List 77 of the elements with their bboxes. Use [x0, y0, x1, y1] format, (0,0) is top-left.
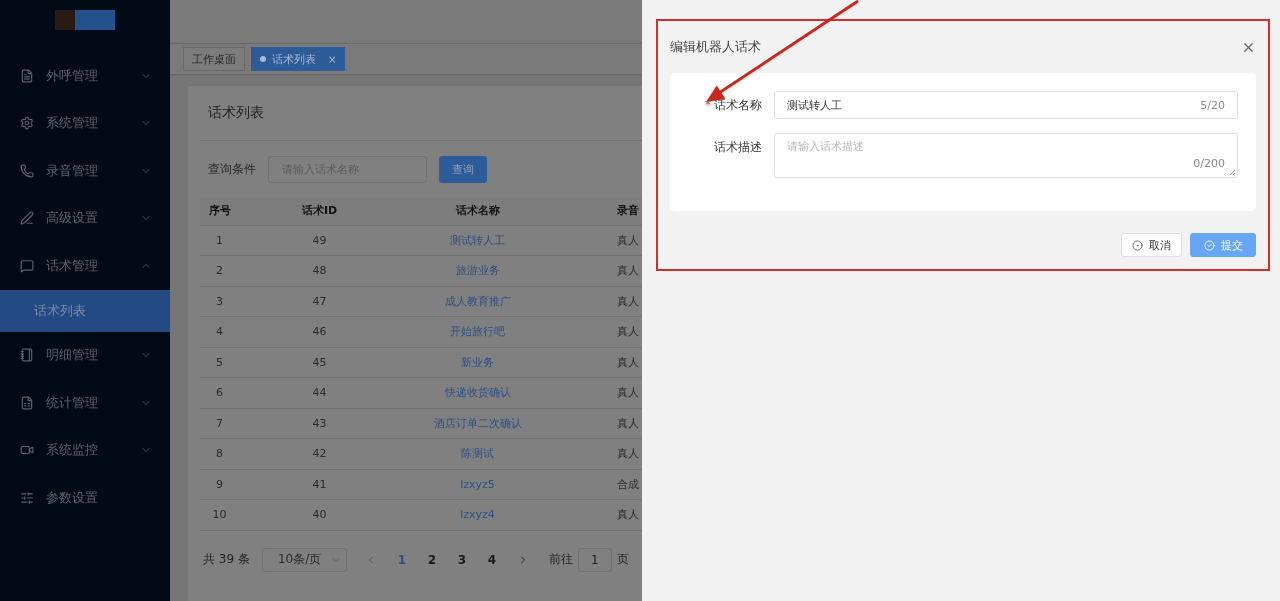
drawer-title: 编辑机器人话术 — [670, 38, 761, 56]
table-cell: 45 — [240, 347, 400, 378]
page-number[interactable]: 3 — [446, 552, 477, 567]
sidebar-item[interactable]: 录音管理 — [0, 147, 170, 195]
script-link[interactable]: 陈测试 — [400, 438, 556, 469]
script-link[interactable]: 快递收货确认 — [400, 377, 556, 408]
cancel-button[interactable]: 取消 — [1121, 233, 1182, 257]
sidebar-item[interactable]: 外呼管理 — [0, 52, 170, 100]
script-link[interactable]: 酒店订单二次确认 — [400, 408, 556, 439]
sidebar-item[interactable]: 明细管理 — [0, 331, 170, 379]
script-link[interactable]: lzxyz4 — [400, 499, 556, 530]
dot-circle-icon — [1132, 239, 1143, 251]
goto-suffix: 页 — [616, 551, 629, 568]
logo — [55, 10, 115, 30]
submit-button[interactable]: 提交 — [1190, 233, 1256, 257]
total-count: 共 39 条 — [203, 551, 250, 568]
required-mark: * — [705, 98, 711, 112]
script-link[interactable]: lzxyz5 — [400, 469, 556, 500]
script-link[interactable]: 成人教育推广 — [400, 286, 556, 317]
chat-icon — [20, 258, 34, 273]
check-circle-icon — [1203, 239, 1215, 251]
table-cell: 6 — [200, 377, 240, 408]
phone-icon — [20, 163, 34, 178]
name-field[interactable]: 测试转人工 5/20 — [774, 91, 1238, 119]
resize-grip-icon[interactable] — [1229, 169, 1236, 176]
page-size-select[interactable]: 10条/页 — [261, 547, 347, 572]
tab-close[interactable]: × — [328, 53, 337, 65]
table-cell: 1 — [200, 225, 240, 256]
sidebar-item[interactable]: 高级设置 — [0, 194, 170, 242]
sliders-icon — [20, 490, 34, 505]
gear-icon — [20, 116, 34, 131]
page-number[interactable]: 2 — [416, 552, 447, 567]
table-cell: 40 — [240, 499, 400, 530]
pen-icon — [20, 211, 34, 226]
page-number[interactable]: 1 — [386, 552, 417, 567]
table-cell: 42 — [240, 438, 400, 469]
sidebar-item[interactable]: 统计管理 — [0, 379, 170, 427]
script-link[interactable]: 旅游业务 — [400, 255, 556, 286]
tab-label: 工作桌面 — [192, 51, 236, 67]
table-cell: 41 — [240, 469, 400, 500]
document-icon — [20, 395, 34, 410]
table-cell: 48 — [240, 255, 400, 286]
table-cell: 2 — [200, 255, 240, 286]
page-number[interactable]: 4 — [476, 552, 507, 567]
sidebar-item[interactable]: 系统监控 — [0, 426, 170, 474]
script-link[interactable]: 新业务 — [400, 347, 556, 378]
goto-field[interactable]: 1 — [577, 547, 612, 572]
tab-label: 话术列表 — [272, 51, 316, 67]
query-button[interactable]: 查询 — [439, 155, 487, 183]
table-cell: 5 — [200, 347, 240, 378]
table-cell: 43 — [240, 408, 400, 439]
query-label: 查询条件 — [208, 160, 256, 178]
table-cell: 4 — [200, 316, 240, 347]
label-text: 话术描述 — [714, 140, 762, 154]
page-tab[interactable]: 工作桌面 — [183, 47, 245, 71]
script-link[interactable]: 开始旅行吧 — [400, 316, 556, 347]
script-link[interactable]: 测试转人工 — [400, 225, 556, 256]
table-cell: 47 — [240, 286, 400, 317]
dot-icon — [260, 56, 266, 62]
table-cell: 8 — [200, 438, 240, 469]
page-tab[interactable]: 话术列表 × — [251, 47, 346, 71]
description-field[interactable]: 请输入话术描述 0/200 — [774, 133, 1238, 178]
table-cell: 46 — [240, 316, 400, 347]
table-cell: 44 — [240, 377, 400, 408]
label-text: 话术名称 — [714, 98, 762, 112]
table-cell: 3 — [200, 286, 240, 317]
goto-label: 前往 — [548, 551, 573, 568]
table-cell: 9 — [200, 469, 240, 500]
document-icon — [20, 68, 34, 83]
sidebar-item[interactable]: 系统管理 — [0, 99, 170, 147]
sidebar-item[interactable]: 话术管理 — [0, 242, 170, 290]
notebook-icon — [20, 348, 34, 363]
table-cell: 10 — [200, 499, 240, 530]
sidebar-subitem[interactable]: 话术列表 — [0, 289, 170, 332]
table-cell: 7 — [200, 408, 240, 439]
table-cell: 49 — [240, 225, 400, 256]
sidebar-item[interactable]: 参数设置 — [0, 474, 170, 522]
